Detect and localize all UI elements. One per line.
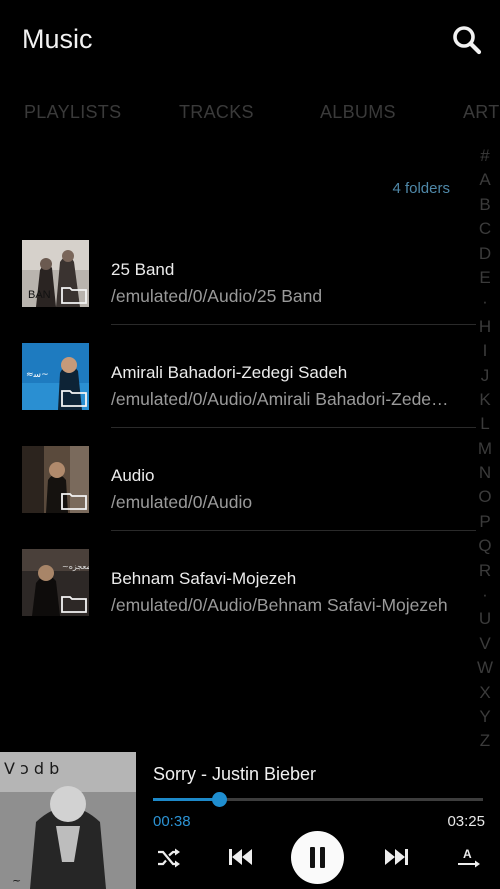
folder-name: Audio xyxy=(111,466,155,485)
tab-tracks[interactable]: TRACKS xyxy=(179,102,254,123)
list-item[interactable]: Audio /emulated/0/Audio xyxy=(0,428,476,531)
svg-text:V ɔ d b: V ɔ d b xyxy=(4,759,59,778)
now-playing-title: Sorry - Justin Bieber xyxy=(153,764,317,784)
folder-thumbnail xyxy=(22,446,89,513)
folder-path: /emulated/0/Audio/Behnam Safavi-Mojezeh xyxy=(111,595,448,615)
index-letter[interactable]: Y xyxy=(470,705,500,729)
index-letter[interactable]: W xyxy=(470,656,500,680)
folder-thumbnail: BAN xyxy=(22,240,89,307)
svg-text:~ﻣﻌﺠﺰﻩ: ~ﻣﻌﺠﺰﻩ xyxy=(62,562,89,571)
list-item[interactable]: ≈ﺳ~ Amirali Bahadori-Zedegi Sadeh /emula… xyxy=(0,325,476,428)
search-icon[interactable] xyxy=(448,22,486,60)
list-item[interactable]: ~ﻣﻌﺠﺰﻩ Behnam Safavi-Mojezeh /emulated/0… xyxy=(0,531,476,634)
index-letter[interactable]: V xyxy=(470,632,500,656)
pause-button[interactable] xyxy=(291,831,344,884)
index-letter[interactable]: Z xyxy=(470,729,500,753)
folder-path: /emulated/0/Audio/25 Band xyxy=(111,286,323,306)
folder-name: Amirali Bahadori-Zedegi Sadeh xyxy=(111,363,348,382)
index-letter[interactable]: B xyxy=(470,193,500,217)
folder-count: 4 folders xyxy=(392,180,450,197)
folder-name: Behnam Safavi-Mojezeh xyxy=(111,569,297,588)
mini-player: V ɔ d b ~ Sorry - Justin Bieber 00:38 03… xyxy=(0,752,500,889)
pause-icon xyxy=(310,847,325,868)
shuffle-icon[interactable] xyxy=(156,847,182,874)
equalizer-icon[interactable]: A xyxy=(456,846,482,875)
folder-thumbnail: ≈ﺳ~ xyxy=(22,343,89,410)
app-bar: Music xyxy=(0,0,500,80)
index-letter[interactable]: A xyxy=(470,168,500,192)
app-title: Music xyxy=(22,24,93,54)
svg-text:A: A xyxy=(463,847,472,861)
seek-handle[interactable] xyxy=(211,792,227,807)
tab-playlists[interactable]: PLAYLISTS xyxy=(24,102,121,123)
svg-text:~: ~ xyxy=(12,874,21,887)
next-icon[interactable] xyxy=(384,848,408,871)
folder-name: 25 Band xyxy=(111,260,175,279)
index-letter[interactable]: X xyxy=(470,681,500,705)
folder-thumbnail: ~ﻣﻌﺠﺰﻩ xyxy=(22,549,89,616)
svg-text:≈ﺳ~: ≈ﺳ~ xyxy=(26,370,49,380)
folder-path: /emulated/0/Audio xyxy=(111,492,253,512)
current-time: 00:38 xyxy=(153,813,191,830)
previous-icon[interactable] xyxy=(229,848,253,871)
progress-bar[interactable] xyxy=(153,792,483,807)
album-cover[interactable]: V ɔ d b ~ xyxy=(0,752,136,889)
index-letter[interactable]: # xyxy=(470,144,500,168)
list-item[interactable]: BAN 25 Band /emulated/0/Audio/25 Band xyxy=(0,222,476,325)
tab-artists[interactable]: ARTISTS xyxy=(463,102,500,123)
total-time: 03:25 xyxy=(447,813,485,830)
svg-text:BAN: BAN xyxy=(28,289,51,301)
folder-path: /emulated/0/Audio/Amirali Bahadori-Zedeg… xyxy=(111,389,456,409)
progress-fill xyxy=(153,798,219,801)
tab-albums[interactable]: ALBUMS xyxy=(320,102,396,123)
tab-bar: PLAYLISTS TRACKS ALBUMS ARTISTS xyxy=(0,96,500,130)
